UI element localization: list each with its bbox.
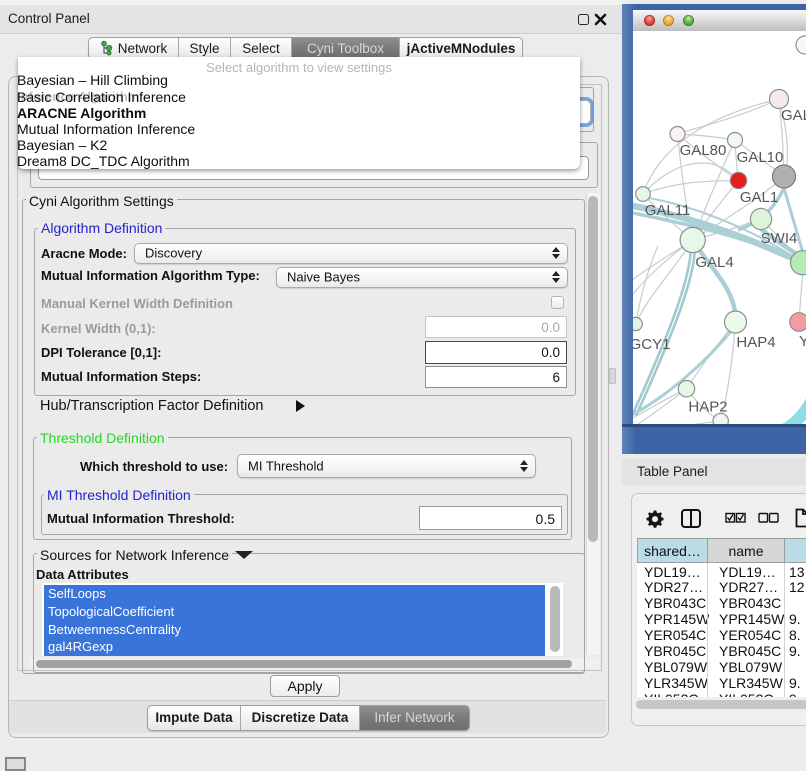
svg-text:SWI4: SWI4: [761, 230, 798, 247]
svg-text:GAL: GAL: [781, 107, 806, 124]
svg-text:Y: Y: [799, 333, 806, 350]
svg-text:HAP2: HAP2: [688, 399, 727, 416]
svg-text:GAL11: GAL11: [645, 202, 691, 219]
svg-text:GAL4: GAL4: [695, 254, 733, 271]
svg-text:GCY1: GCY1: [633, 336, 670, 353]
svg-text:GAL80: GAL80: [680, 142, 727, 159]
svg-text:HAP4: HAP4: [736, 334, 775, 351]
svg-text:GAL10: GAL10: [737, 149, 784, 166]
svg-text:GAL1: GAL1: [740, 189, 778, 206]
